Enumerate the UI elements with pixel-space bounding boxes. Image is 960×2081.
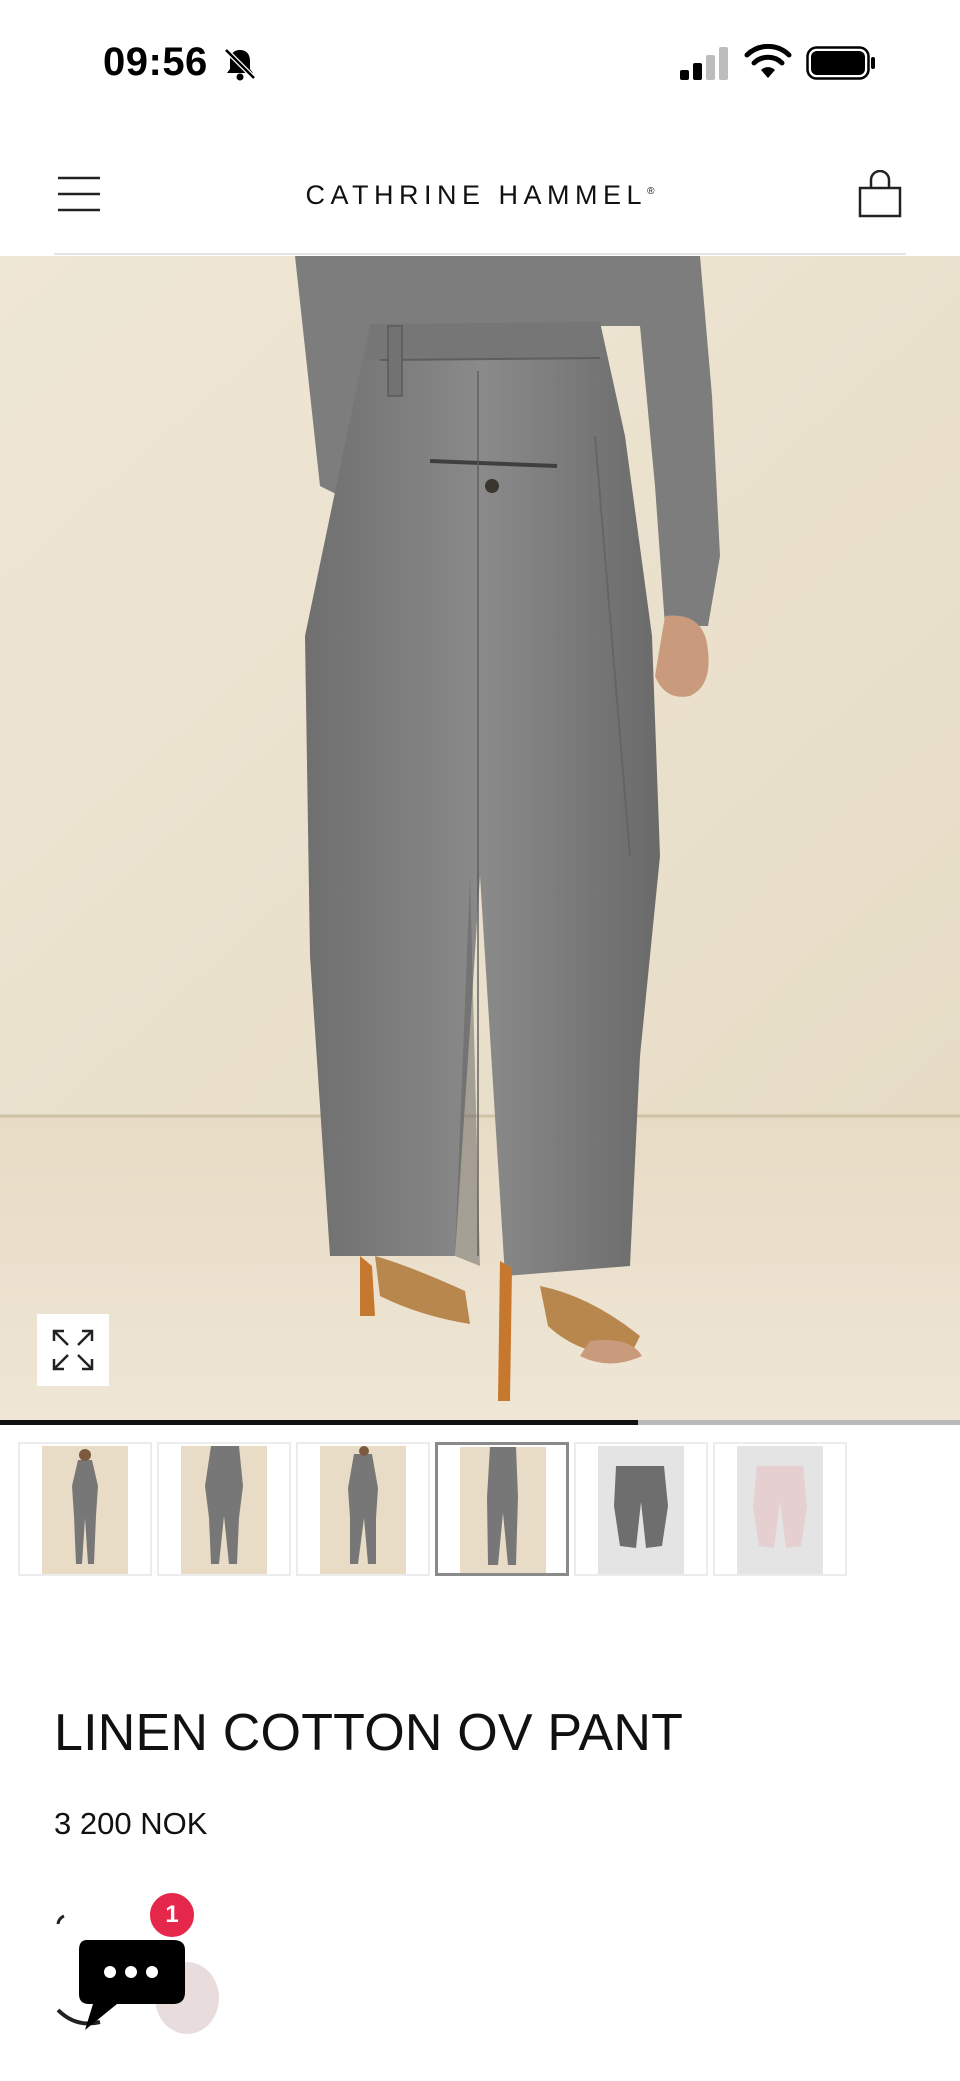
brand-name: CATHRINE HAMMEL	[305, 180, 648, 210]
brand-logo[interactable]: CATHRINE HAMMEL®	[0, 180, 960, 211]
site-header: CATHRINE HAMMEL®	[0, 130, 960, 255]
battery-icon	[806, 46, 875, 80]
product-title: LINEN COTTON OV PANT	[54, 1704, 684, 1762]
thumbnail-front[interactable]	[157, 1442, 291, 1576]
thumbnail-flat-grey[interactable]	[574, 1442, 708, 1576]
header-divider	[54, 253, 906, 255]
gallery-progress	[0, 1420, 960, 1425]
gallery-progress-fill	[0, 1420, 639, 1425]
brand-registered-mark: ®	[647, 186, 655, 197]
thumbnail-photo	[42, 1446, 128, 1574]
status-time: 09:56	[103, 40, 208, 84]
thumbnail-photo	[460, 1447, 546, 1573]
chat-bubble-icon[interactable]	[73, 1930, 193, 2040]
product-price: 3 200 NOK	[54, 1806, 208, 1841]
thumbnail-photo	[181, 1446, 267, 1574]
chat-notification-badge: 1	[147, 1890, 197, 1940]
thumbnail-photo	[320, 1446, 406, 1574]
thumbnail-strip	[18, 1442, 948, 1576]
thumbnail-side[interactable]	[296, 1442, 430, 1576]
product-hero-image[interactable]	[0, 256, 960, 1420]
expand-arrows-icon	[52, 1329, 94, 1371]
thumbnail-photo	[598, 1446, 684, 1574]
wifi-icon	[744, 44, 792, 78]
thumbnail-full-front[interactable]	[18, 1442, 152, 1576]
thumbnail-photo	[737, 1446, 823, 1574]
product-photo-back-view	[0, 256, 960, 1420]
shopping-bag-icon[interactable]	[855, 170, 905, 218]
signal-icon	[680, 47, 728, 80]
bell-slash-icon	[224, 48, 256, 81]
thumbnail-back[interactable]	[435, 1442, 569, 1576]
thumbnail-flat-pink[interactable]	[713, 1442, 847, 1576]
status-bar: 09:56	[0, 0, 960, 130]
expand-image-button[interactable]	[37, 1314, 109, 1386]
